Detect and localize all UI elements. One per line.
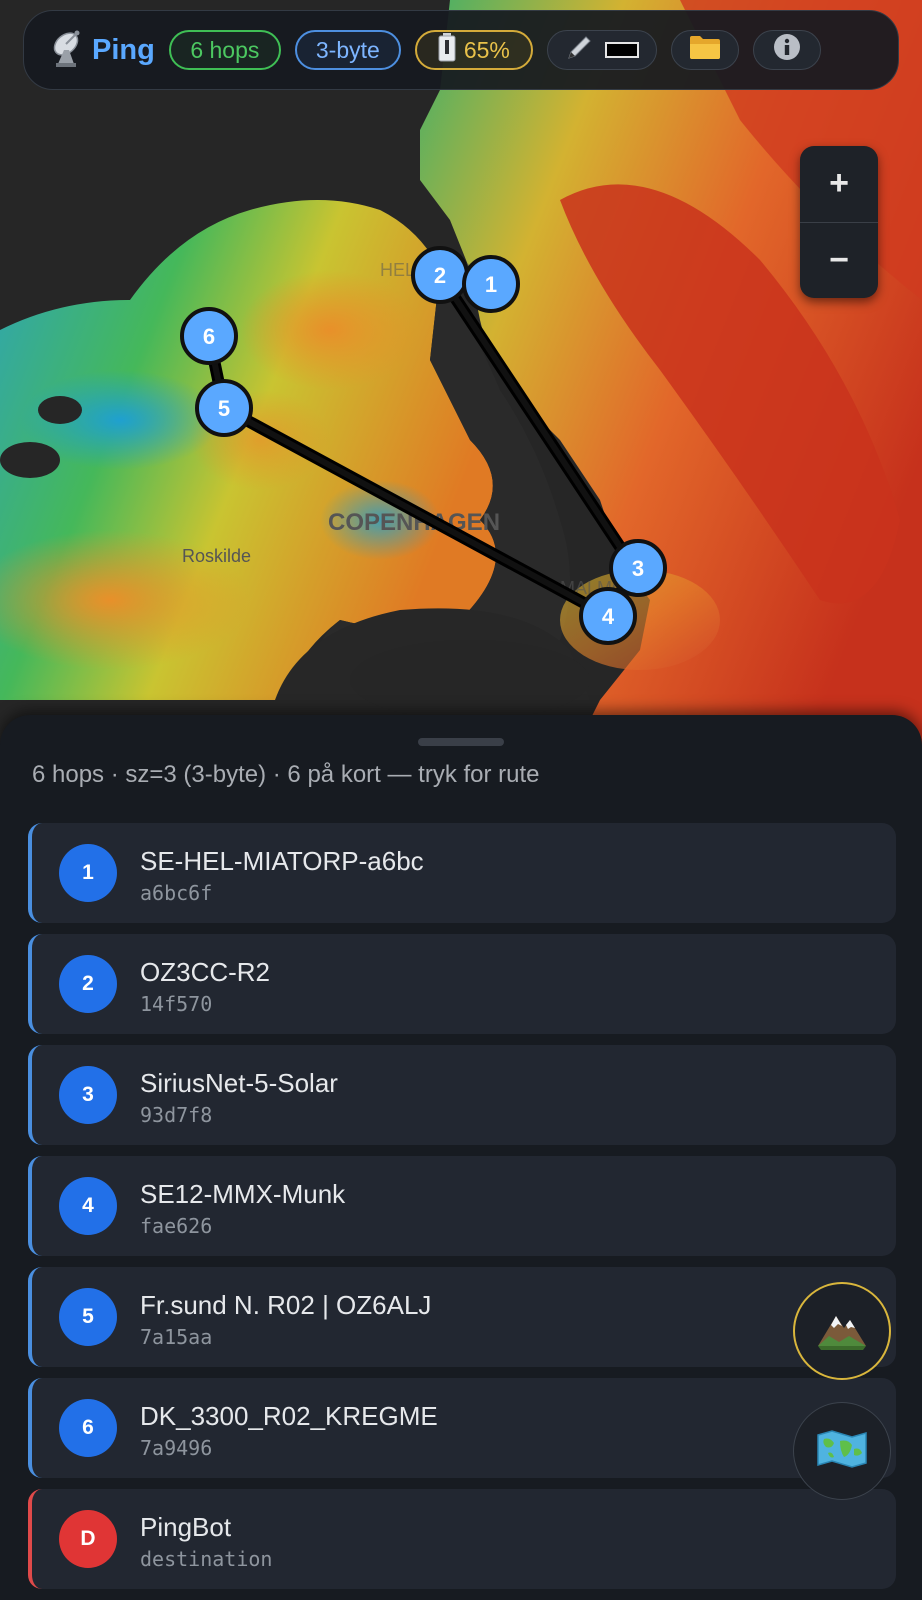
hop-number: 1 [59, 844, 117, 902]
hop-id: fae626 [140, 1214, 213, 1238]
folder-button[interactable] [670, 30, 739, 70]
hop-name: SE-HEL-MIATORP-a6bc [140, 846, 424, 876]
hop-row-3[interactable]: 3 SiriusNet-5-Solar 93d7f8 [28, 1045, 896, 1145]
hop-number: 3 [59, 1066, 117, 1124]
sheet-drag-handle[interactable] [418, 738, 504, 746]
svg-text:3: 3 [632, 556, 644, 581]
app-title-text: Ping [92, 33, 155, 66]
world-map-icon [816, 1429, 868, 1474]
svg-text:1: 1 [485, 272, 497, 297]
info-button[interactable] [752, 30, 821, 70]
marker-3[interactable]: 3 [609, 539, 667, 597]
battery-icon [438, 32, 456, 68]
hop-id: 93d7f8 [140, 1103, 213, 1127]
terrain-layer-button[interactable] [793, 1282, 891, 1380]
hop-list-sheet: 6 hops · sz=3 (3-byte) · 6 på kort — try… [0, 715, 922, 1600]
hop-name: OZ3CC-R2 [140, 957, 271, 987]
marker-2[interactable]: 2 [411, 246, 469, 304]
hop-number: 2 [59, 955, 117, 1013]
svg-text:6: 6 [203, 324, 215, 349]
app-title: Ping [50, 28, 155, 73]
hop-id: destination [140, 1547, 273, 1571]
svg-text:4: 4 [602, 604, 615, 629]
size-badge[interactable]: 3-byte [294, 30, 401, 70]
marker-1[interactable]: 1 [462, 255, 520, 313]
terrain-map[interactable]: COPENHAGEN Roskilde HELSINGBORG MALMÖ 2 … [0, 0, 922, 760]
pen-color-button[interactable] [546, 30, 657, 70]
marker-6[interactable]: 6 [180, 307, 238, 365]
hop-number: 4 [59, 1177, 117, 1235]
basemap-button[interactable] [793, 1402, 891, 1500]
battery-value: 65% [463, 36, 510, 63]
hop-number: 6 [59, 1399, 117, 1457]
hop-id: 7a9496 [140, 1436, 213, 1460]
hop-name: SiriusNet-5-Solar [140, 1068, 338, 1098]
svg-text:2: 2 [434, 263, 446, 288]
hop-name: DK_3300_R02_KREGME [140, 1401, 438, 1431]
battery-badge[interactable]: 65% [414, 30, 533, 70]
marker-5[interactable]: 5 [195, 379, 253, 437]
zoom-in-button[interactable]: + [800, 146, 878, 222]
svg-text:5: 5 [218, 396, 230, 421]
folder-icon [689, 34, 721, 66]
top-toolbar: Ping 6 hops 3-byte 65% [23, 10, 899, 90]
zoom-out-button[interactable]: − [800, 223, 878, 299]
mountain-icon [815, 1306, 869, 1357]
hop-row-2[interactable]: 2 OZ3CC-R2 14f570 [28, 934, 896, 1034]
info-icon [773, 33, 801, 67]
pen-icon [565, 32, 595, 68]
hop-name: SE12-MMX-Munk [140, 1179, 346, 1209]
hop-row-5[interactable]: 5 Fr.sund N. R02 | OZ6ALJ 7a15aa [28, 1267, 896, 1367]
hop-row-destination[interactable]: D PingBot destination [28, 1489, 896, 1589]
hop-id: 7a15aa [140, 1325, 213, 1349]
hop-number: 5 [59, 1288, 117, 1346]
map-view[interactable]: COPENHAGEN Roskilde HELSINGBORG MALMÖ 2 … [0, 0, 922, 760]
hops-badge[interactable]: 6 hops [168, 30, 281, 70]
zoom-controls: + − [800, 146, 878, 298]
map-label-roskilde: Roskilde [182, 546, 251, 566]
pen-color-swatch [604, 42, 639, 58]
hop-row-4[interactable]: 4 SE12-MMX-Munk fae626 [28, 1156, 896, 1256]
destination-badge: D [59, 1510, 117, 1568]
hop-row-1[interactable]: 1 SE-HEL-MIATORP-a6bc a6bc6f [28, 823, 896, 923]
hop-id: 14f570 [140, 992, 213, 1016]
hop-row-6[interactable]: 6 DK_3300_R02_KREGME 7a9496 [28, 1378, 896, 1478]
route-summary[interactable]: 6 hops · sz=3 (3-byte) · 6 på kort — try… [32, 761, 540, 789]
hop-name: PingBot [140, 1512, 232, 1542]
hop-name: Fr.sund N. R02 | OZ6ALJ [140, 1290, 432, 1320]
hop-id: a6bc6f [140, 881, 213, 905]
satellite-dish-icon [50, 28, 86, 73]
marker-4[interactable]: 4 [579, 587, 637, 645]
